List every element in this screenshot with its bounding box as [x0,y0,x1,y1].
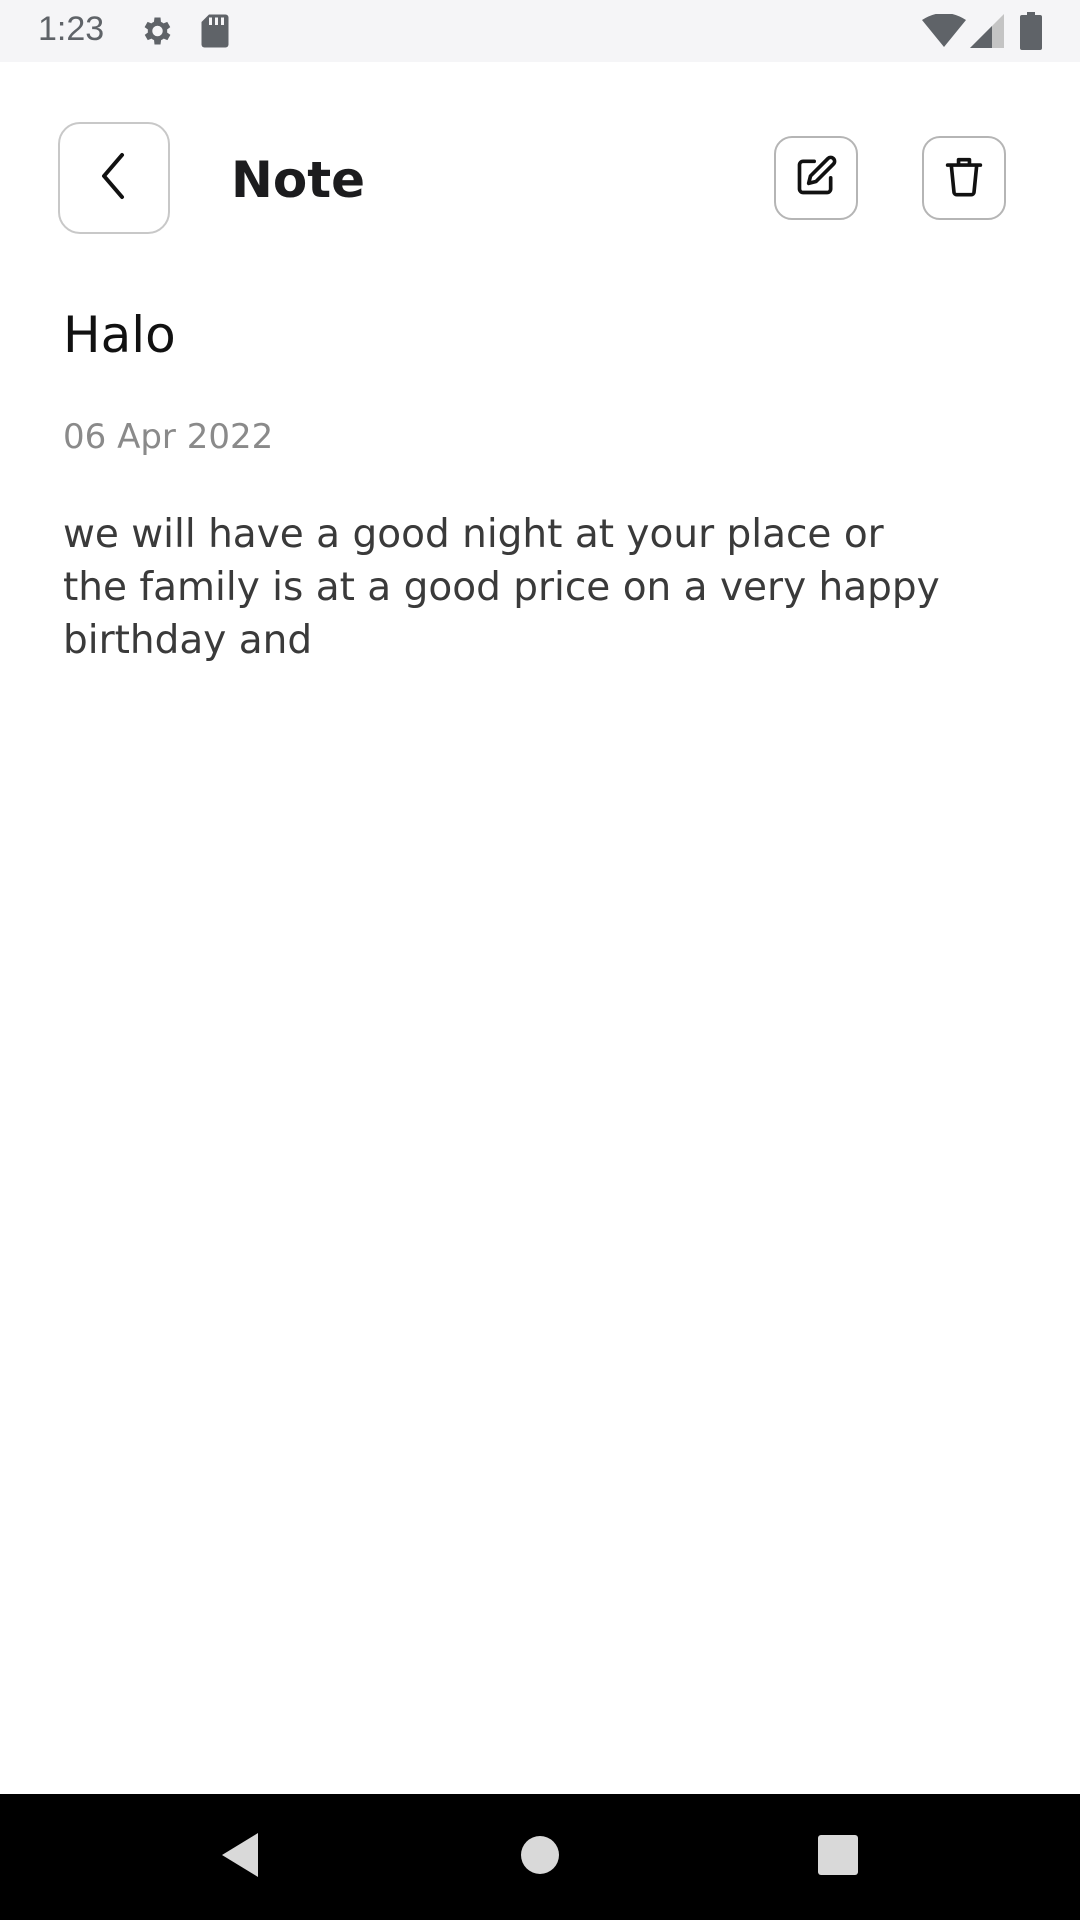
navigation-bar [0,1794,1080,1920]
note-body: we will have a good night at your place … [63,512,940,663]
wifi-icon [922,13,966,52]
status-bar: 1:23 [0,0,1080,62]
edit-button[interactable] [774,136,858,220]
nav-back-button[interactable] [200,1794,280,1920]
signal-icon [970,14,1004,52]
sd-card-icon [200,13,230,53]
edit-icon [794,154,838,202]
delete-button[interactable] [922,136,1006,220]
page-title: Note [231,151,366,209]
status-time: 1:23 [38,10,105,48]
trash-icon [944,154,984,202]
nav-home-button[interactable] [500,1794,580,1920]
note-date: 06 Apr 2022 [63,417,274,457]
battery-icon [1020,12,1042,54]
nav-back-icon [218,1831,262,1883]
note-detail-screen: 1:23 Note Halo 06 Apr 2022 we will have … [0,0,1080,1920]
note-title: Halo [63,306,176,364]
nav-recents-icon [817,1834,859,1880]
nav-home-icon [520,1835,560,1879]
back-icon [94,151,134,205]
back-button[interactable] [58,122,170,234]
settings-icon [138,13,174,53]
nav-recents-button[interactable] [798,1794,878,1920]
